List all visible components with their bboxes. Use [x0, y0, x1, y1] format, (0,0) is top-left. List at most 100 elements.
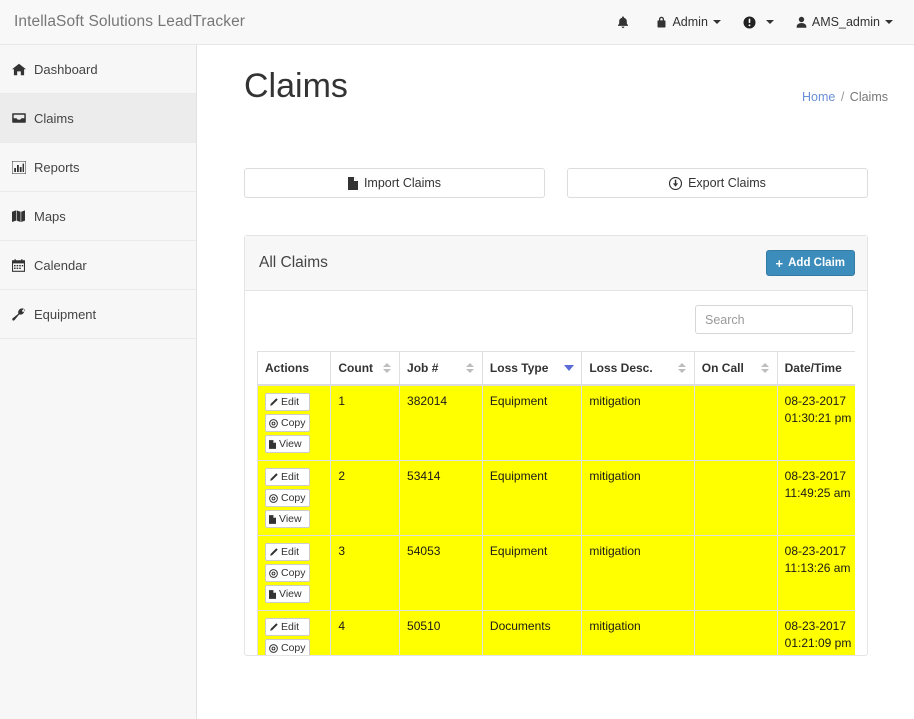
row-actions-cell: Edit Copy View — [257, 610, 332, 655]
inbox-icon — [12, 112, 31, 124]
chevron-down-icon — [712, 20, 721, 24]
nav-item-info[interactable] — [732, 0, 785, 44]
pencil-icon — [269, 547, 278, 557]
sidebar-item-dashboard[interactable]: Dashboard — [0, 45, 196, 94]
edit-label: Edit — [281, 395, 300, 408]
cell-datetime: 08-23-2017 01:21:09 pm — [776, 610, 855, 655]
copy-button[interactable]: Copy — [265, 489, 310, 507]
copy-button[interactable]: Copy — [265, 639, 310, 655]
table-header-row: Actions Count Job # Loss Type Loss Desc.… — [257, 351, 855, 386]
sidebar-item-calendar[interactable]: Calendar — [0, 241, 196, 290]
column-label: Loss Desc. — [589, 361, 653, 375]
panel-body: Actions Count Job # Loss — [245, 291, 867, 655]
view-label: View — [279, 587, 302, 600]
sidebar-item-dashboard-label: Dashboard — [34, 61, 98, 77]
map-icon — [12, 209, 31, 223]
sidebar-item-claims[interactable]: Claims — [0, 94, 196, 143]
nav-item-user[interactable]: AMS_admin — [785, 0, 904, 44]
column-header-loss-desc[interactable]: Loss Desc. — [581, 351, 695, 386]
view-button[interactable]: View — [265, 510, 310, 528]
copy-circle-icon — [269, 493, 278, 503]
page-title: Claims — [244, 67, 348, 105]
edit-button[interactable]: Edit — [265, 618, 310, 636]
edit-button[interactable]: Edit — [265, 543, 310, 561]
view-label: View — [279, 512, 302, 525]
import-claims-button[interactable]: Import Claims — [244, 168, 545, 198]
claims-table-scroll[interactable]: Actions Count Job # Loss Type Loss Desc.… — [257, 351, 855, 655]
copy-label: Copy — [281, 416, 306, 429]
info-circle-icon — [743, 16, 756, 29]
claims-table-body: Edit Copy View 1 382014 Equipment mitiga… — [257, 384, 855, 655]
bell-icon — [617, 15, 629, 29]
column-header-actions[interactable]: Actions — [257, 351, 332, 386]
file-icon — [269, 439, 276, 449]
cell-job: 382014 — [399, 384, 483, 461]
edit-button[interactable]: Edit — [265, 468, 310, 486]
breadcrumb-current: Claims — [849, 90, 888, 104]
breadcrumb-home-link[interactable]: Home — [802, 90, 835, 104]
cell-loss-type: Documents — [481, 610, 583, 655]
nav-item-admin-label: Admin — [672, 15, 708, 29]
copy-label: Copy — [281, 641, 306, 654]
view-button[interactable]: View — [265, 435, 310, 453]
cell-date: 08-23-2017 — [784, 619, 847, 633]
import-claims-label: Import Claims — [363, 176, 442, 190]
sort-both-icon — [465, 362, 475, 375]
cell-job: 53414 — [399, 460, 483, 536]
copy-label: Copy — [281, 566, 306, 579]
navbar-right-group: Admin AMS_admin — [606, 0, 914, 44]
add-claim-button[interactable]: + Add Claim — [765, 250, 855, 276]
column-label: Count — [338, 361, 374, 375]
cell-datetime: 08-23-2017 11:49:25 am — [776, 460, 855, 536]
app-brand[interactable]: IntellaSoft Solutions LeadTracker — [14, 13, 245, 31]
sidebar-item-reports[interactable]: Reports — [0, 143, 196, 192]
export-claims-button[interactable]: Export Claims — [567, 168, 868, 198]
edit-label: Edit — [281, 470, 300, 483]
cell-loss-type: Equipment — [481, 460, 583, 536]
sort-both-icon — [677, 362, 687, 375]
sidebar-item-equipment-label: Equipment — [34, 306, 97, 322]
cell-count: 4 — [330, 610, 401, 655]
sidebar-item-maps[interactable]: Maps — [0, 192, 196, 241]
cell-loss-desc: mitigation — [581, 384, 695, 461]
lock-icon — [656, 16, 667, 29]
copy-circle-icon — [269, 643, 278, 653]
notifications-button[interactable] — [606, 0, 645, 44]
copy-button[interactable]: Copy — [265, 414, 310, 432]
breadcrumb-separator: / — [840, 90, 845, 104]
panel-title: All Claims — [259, 254, 328, 271]
view-button[interactable]: View — [265, 585, 310, 603]
sidebar-item-reports-label: Reports — [34, 159, 80, 175]
edit-label: Edit — [281, 545, 300, 558]
column-label: Date/Time — [784, 361, 842, 375]
cell-job: 54053 — [399, 535, 483, 611]
cell-date: 08-23-2017 — [784, 394, 847, 408]
cell-date: 08-23-2017 — [784, 544, 847, 558]
column-header-job[interactable]: Job # — [399, 351, 483, 386]
column-header-datetime[interactable]: Date/Time — [776, 351, 855, 386]
cell-count: 1 — [330, 384, 401, 461]
bar-chart-icon — [12, 160, 31, 174]
main-content: Claims Home / Claims Import Claims Expor… — [198, 45, 914, 719]
sidebar: Dashboard Claims Reports Maps Calendar E… — [0, 45, 197, 719]
sidebar-item-claims-label: Claims — [34, 110, 74, 126]
row-actions-cell: Edit Copy View — [257, 535, 332, 611]
copy-circle-icon — [269, 418, 278, 428]
search-container — [257, 305, 855, 334]
column-header-on-call[interactable]: On Call — [693, 351, 778, 386]
edit-button[interactable]: Edit — [265, 393, 310, 411]
cell-time: 01:21:09 pm — [784, 636, 852, 650]
cell-on-call — [693, 460, 778, 536]
copy-button[interactable]: Copy — [265, 564, 310, 582]
cell-time: 11:49:25 am — [784, 486, 851, 500]
user-icon — [796, 16, 807, 29]
cell-time: 01:30:21 pm — [784, 411, 852, 425]
column-label: Actions — [265, 361, 310, 375]
column-header-loss-type[interactable]: Loss Type — [481, 351, 583, 386]
nav-item-admin[interactable]: Admin — [645, 0, 731, 44]
all-claims-panel: All Claims + Add Claim Search Actions Co… — [244, 235, 868, 656]
cell-on-call — [693, 384, 778, 461]
search-input[interactable] — [695, 305, 853, 334]
sidebar-item-equipment[interactable]: Equipment — [0, 290, 196, 339]
column-header-count[interactable]: Count — [330, 351, 401, 386]
